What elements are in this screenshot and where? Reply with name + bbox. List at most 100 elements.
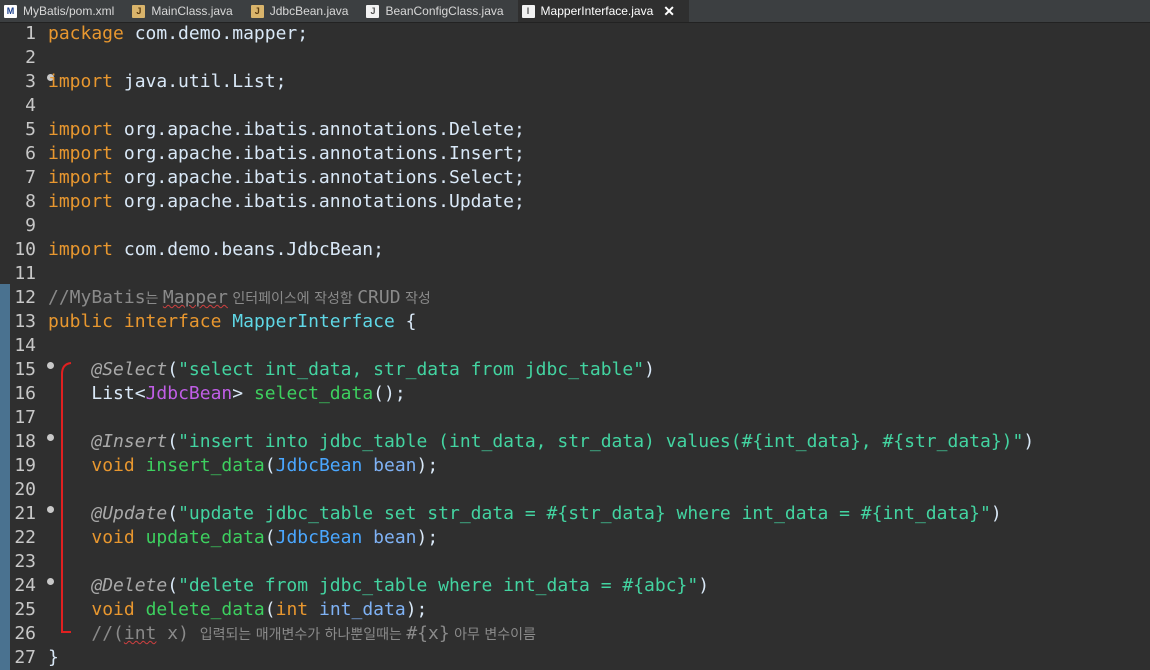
code-line: import org.apache.ibatis.annotations.Del… [48,118,525,142]
tab-mapperinterface-java[interactable]: I MapperInterface.java ✕ [517,0,690,22]
string-literal: "update jdbc_table set str_data = #{str_… [178,503,991,524]
line-number: 1 [25,23,36,44]
code-text: ) [698,575,710,596]
code-text: { [394,311,417,332]
code-text: com.demo.beans.JdbcBean; [113,239,384,260]
line-number: 24 [14,575,36,596]
code-text: ( [264,527,276,548]
line-number: 7 [25,167,36,188]
code-line: @Delete("delete from jdbc_table where in… [48,574,709,598]
line-number: 3 [25,71,36,92]
string-literal: "delete from jdbc_table where int_data =… [178,575,699,596]
keyword: void [91,527,135,548]
comment-text: 작성 [400,291,431,307]
comment-text: x) [156,623,200,644]
code-line: @Insert("insert into jdbc_table (int_dat… [48,430,1034,454]
code-line: import java.util.List; [48,70,286,94]
line-number: 14 [14,335,36,356]
line-number: 21 [14,503,36,524]
java-interface-icon: I [521,4,535,18]
code-text: org.apache.ibatis.annotations.Insert; [113,143,525,164]
comment-text: CRUD [357,287,401,308]
code-editor[interactable]: 1 2 3 4 5 6 7 8 9 10 11 12 13 14 15 16 1… [0,22,1150,670]
tab-mainclass-java[interactable]: J MainClass.java [128,0,246,22]
type-argument: JdbcBean [145,383,233,404]
red-bracket-annotation [61,362,72,633]
keyword: public [48,311,114,332]
line-number: 25 [14,599,36,620]
line-number: 11 [14,263,36,284]
annotation: @Insert [91,431,168,452]
line-number: 6 [25,143,36,164]
method-name: select_data [253,383,374,404]
string-literal: "insert into jdbc_table (int_data, str_d… [178,431,1024,452]
code-text: ( [167,503,179,524]
line-number: 5 [25,119,36,140]
type-name: List [91,383,135,404]
line-number: 22 [14,527,36,548]
code-line: import com.demo.beans.JdbcBean; [48,238,384,262]
code-text: ); [416,455,439,476]
tab-label: MapperInterface.java [540,4,654,18]
code-line: void insert_data(JdbcBean bean); [48,454,438,478]
code-text: (); [373,383,406,404]
line-number-gutter: 1 2 3 4 5 6 7 8 9 10 11 12 13 14 15 16 1… [10,22,54,670]
annotation: @Delete [91,575,168,596]
code-text: ); [416,527,439,548]
code-line: } [48,646,59,670]
java-file-icon: J [132,4,146,18]
code-text: com.demo.mapper; [123,23,309,44]
line-number: 9 [25,215,36,236]
comment-text: 입력되는 매개변수가 하나뿐일때는 [199,627,407,643]
parameter: bean [373,527,417,548]
java-file-icon: J [250,4,264,18]
line-number: 20 [14,479,36,500]
code-line: import org.apache.ibatis.annotations.Ins… [48,142,525,166]
code-text: org.apache.ibatis.annotations.Delete; [113,119,525,140]
comment-text: int [123,623,157,644]
keyword: import [48,119,114,140]
keyword: package [48,23,124,44]
class-reference: JdbcBean [275,527,363,548]
maven-file-icon: M [4,4,17,18]
keyword: import [48,191,114,212]
line-number: 18 [14,431,36,452]
code-text: ); [405,599,428,620]
tab-jdbcbean-java[interactable]: J JdbcBean.java [247,0,363,22]
comment-text: #{x} [406,623,450,644]
method-name: update_data [145,527,265,548]
line-number: 16 [14,383,36,404]
code-text: ( [167,575,179,596]
line-number: 13 [14,311,36,332]
keyword: interface [123,311,222,332]
code-line: @Update("update jdbc_table set str_data … [48,502,1002,526]
code-text: < [134,383,146,404]
code-text: org.apache.ibatis.annotations.Select; [113,167,525,188]
editor-tab-bar: M MyBatis/pom.xml J MainClass.java J Jdb… [0,0,1150,23]
tab-beanconfigclass-java[interactable]: J BeanConfigClass.java [362,0,517,22]
tab-label: JdbcBean.java [269,4,349,18]
tab-label: MainClass.java [151,4,233,18]
code-line: void update_data(JdbcBean bean); [48,526,438,550]
line-number: 27 [14,647,36,668]
line-number: 17 [14,407,36,428]
line-number: 12 [14,287,36,308]
code-text: } [48,647,59,668]
code-text: > [232,383,244,404]
code-text: ) [990,503,1002,524]
code-area[interactable]: package com.demo.mapper; import java.uti… [48,22,1150,670]
line-number: 15 [14,359,36,380]
tab-pom-xml[interactable]: M MyBatis/pom.xml [0,0,128,22]
annotation: @Update [91,503,168,524]
code-line: List<JdbcBean> select_data(); [48,382,406,406]
code-text: ( [264,455,276,476]
line-number: 19 [14,455,36,476]
parameter: int_data [318,599,406,620]
comment-text: 아무 변수이름 [449,627,536,643]
close-icon[interactable]: ✕ [663,3,675,20]
line-number: 10 [14,239,36,260]
code-line: public interface MapperInterface { [48,310,417,334]
code-text: ( [264,599,276,620]
code-text: ) [644,359,655,380]
comment-text: //( [91,623,124,644]
